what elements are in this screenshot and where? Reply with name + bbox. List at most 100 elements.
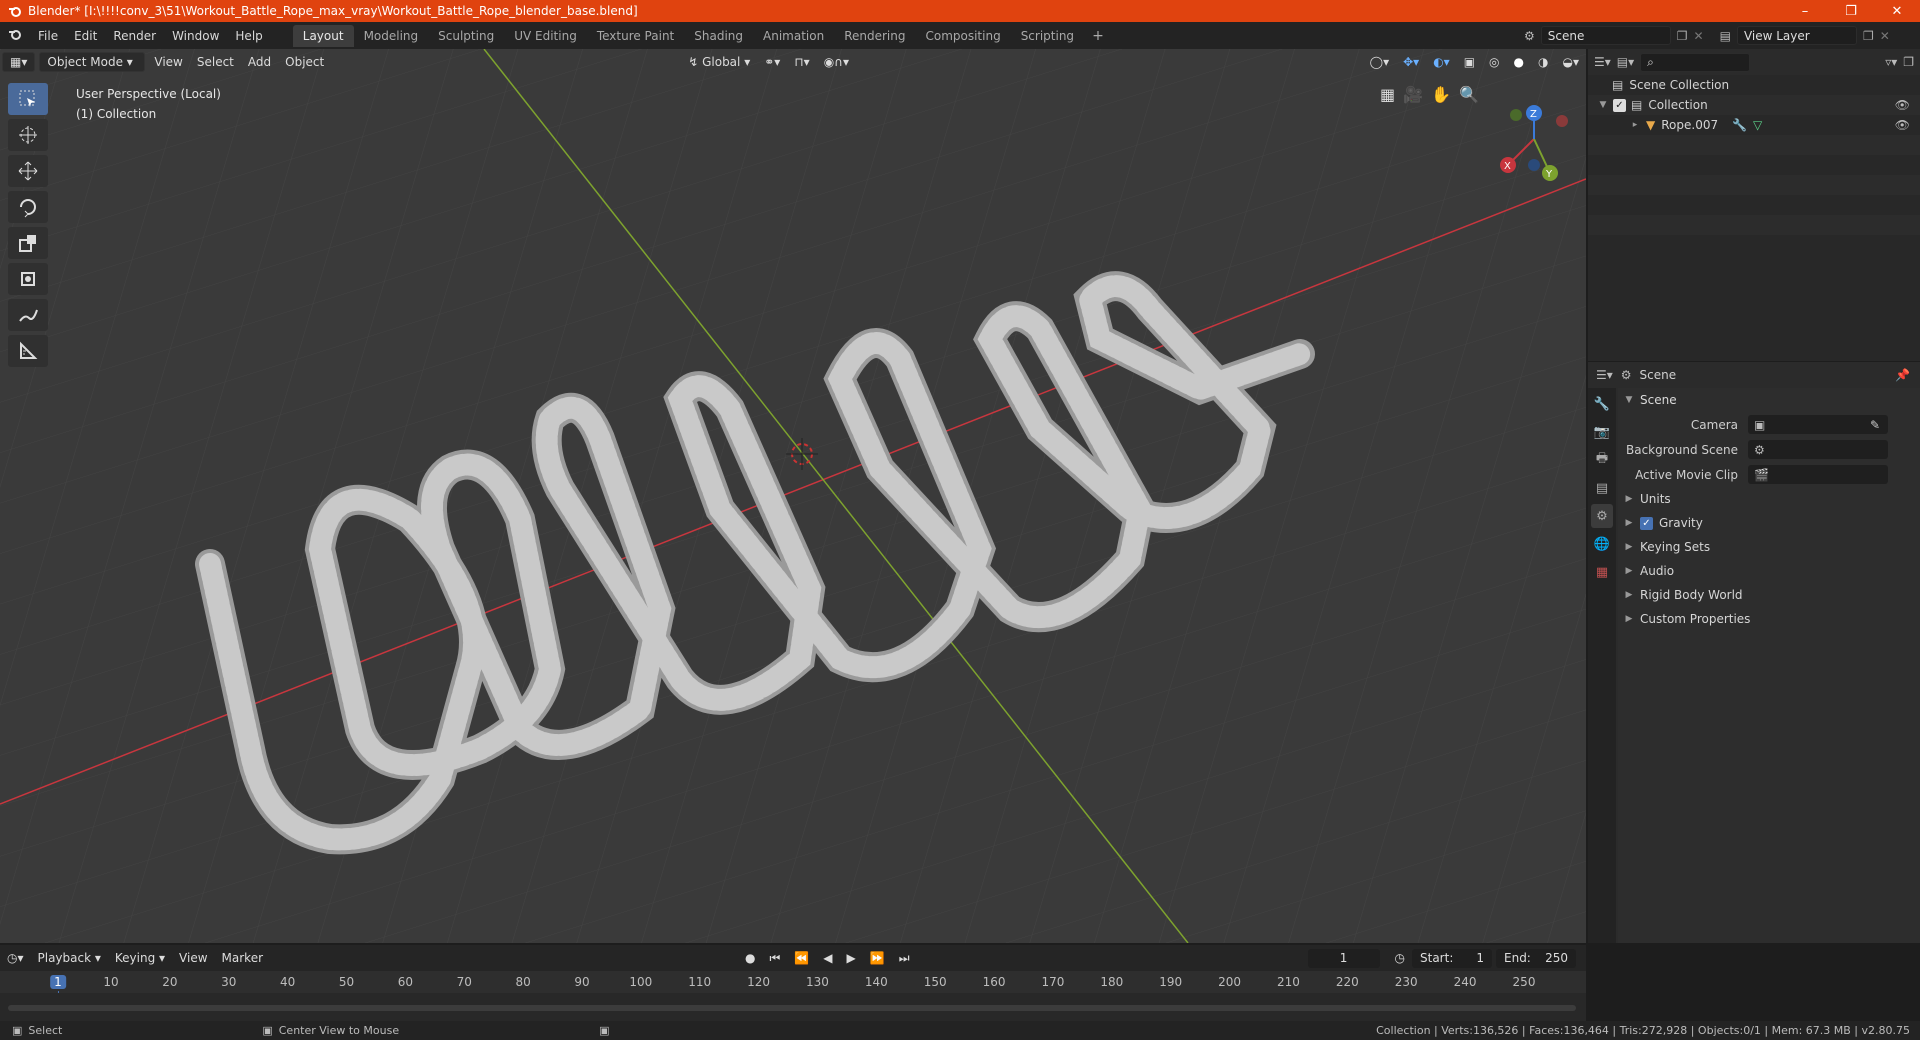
- new-view-layer-icon[interactable]: ❐: [1863, 29, 1874, 43]
- render-tab-icon[interactable]: 📷: [1591, 420, 1613, 444]
- rigid-body-world-panel[interactable]: ▶ Rigid Body World: [1618, 583, 1920, 607]
- viewport-scene[interactable]: X Y Z: [0, 49, 1586, 943]
- modifier-wrench-icon[interactable]: 🔧: [1732, 118, 1747, 132]
- view-layer-icon[interactable]: ▤: [1720, 29, 1731, 43]
- properties-editor-type-icon[interactable]: ☰▾: [1596, 368, 1613, 382]
- viewport-menu-select[interactable]: Select: [190, 52, 241, 72]
- new-scene-icon[interactable]: ❐: [1677, 29, 1688, 43]
- workspace-tab-sculpting[interactable]: Sculpting: [428, 25, 504, 47]
- expand-rigid-body-icon[interactable]: ▶: [1624, 590, 1634, 600]
- active-movie-clip-field[interactable]: 🎬: [1748, 465, 1888, 484]
- menu-file[interactable]: File: [30, 29, 66, 43]
- move-tool[interactable]: [8, 155, 48, 187]
- outliner-editor-type-icon[interactable]: ☰▾: [1594, 55, 1611, 69]
- expand-audio-icon[interactable]: ▶: [1624, 566, 1634, 576]
- overlays-icon[interactable]: ◐▾: [1426, 52, 1457, 72]
- toggle-grid-icon[interactable]: ▦: [1380, 85, 1395, 104]
- workspace-tab-rendering[interactable]: Rendering: [834, 25, 915, 47]
- start-frame-field[interactable]: Start: 1: [1412, 948, 1492, 968]
- blender-menu-icon[interactable]: [0, 28, 30, 43]
- measure-tool[interactable]: [8, 335, 48, 367]
- scene-panel-header[interactable]: ▼ Scene: [1618, 388, 1920, 412]
- menu-render[interactable]: Render: [105, 29, 164, 43]
- snap-icon[interactable]: ⊓▾: [787, 52, 816, 72]
- workspace-tab-animation[interactable]: Animation: [753, 25, 834, 47]
- jump-keyframe-back-icon[interactable]: ⏪: [787, 948, 816, 968]
- shading-solid-icon[interactable]: ●: [1507, 52, 1531, 72]
- menu-window[interactable]: Window: [164, 29, 227, 43]
- keying-menu[interactable]: Keying ▾: [108, 948, 172, 968]
- close-button[interactable]: ✕: [1874, 4, 1920, 19]
- outliner-row-collection[interactable]: ▼ ✓ ▤ Collection 👁: [1588, 95, 1920, 115]
- outliner-row-rope[interactable]: ▸ ▼ Rope.007 🔧 ▽ 👁: [1588, 115, 1920, 135]
- scene-icon[interactable]: ⚙: [1524, 29, 1535, 43]
- workspace-tab-layout[interactable]: Layout: [292, 24, 354, 47]
- camera-field[interactable]: ▣: [1748, 415, 1888, 434]
- shading-wireframe-icon[interactable]: ◎: [1482, 52, 1506, 72]
- editor-type-icon[interactable]: ▦▾: [2, 52, 36, 72]
- pin-icon[interactable]: 📌: [1895, 368, 1910, 382]
- jump-keyframe-forward-icon[interactable]: ⏩: [863, 948, 892, 968]
- gravity-panel[interactable]: ▶ ✓ Gravity: [1618, 511, 1920, 535]
- timeline-editor-type-icon[interactable]: ◷▾: [0, 948, 31, 968]
- workspace-tab-shading[interactable]: Shading: [684, 25, 753, 47]
- rotate-tool[interactable]: [8, 191, 48, 223]
- rope-visibility-eye-icon[interactable]: 👁: [1895, 118, 1910, 132]
- expand-rope-icon[interactable]: ▸: [1630, 120, 1640, 130]
- timeline-scrollbar[interactable]: [8, 1005, 1576, 1011]
- scale-tool[interactable]: [8, 227, 48, 259]
- menu-edit[interactable]: Edit: [66, 29, 105, 43]
- world-tab-icon[interactable]: 🌐: [1591, 532, 1613, 556]
- visibility-icon[interactable]: ◯▾: [1363, 52, 1396, 72]
- tool-tab-icon[interactable]: 🔧: [1591, 392, 1613, 416]
- expand-units-icon[interactable]: ▶: [1624, 494, 1634, 504]
- minimize-button[interactable]: –: [1782, 4, 1828, 19]
- add-workspace-button[interactable]: +: [1084, 28, 1112, 44]
- view-layer-tab-icon[interactable]: ▤: [1591, 476, 1613, 500]
- viewport-menu-view[interactable]: View: [147, 52, 189, 72]
- shading-rendered-icon[interactable]: ◒▾: [1556, 52, 1587, 72]
- scene-name-field[interactable]: Scene: [1540, 26, 1671, 45]
- workspace-tab-modeling[interactable]: Modeling: [354, 25, 429, 47]
- annotate-tool[interactable]: [8, 299, 48, 331]
- xray-icon[interactable]: ▣: [1457, 52, 1482, 72]
- preview-range-icon[interactable]: ◷: [1388, 948, 1412, 968]
- workspace-tab-uv-editing[interactable]: UV Editing: [504, 25, 587, 47]
- workspace-tab-compositing[interactable]: Compositing: [915, 25, 1010, 47]
- cursor-tool[interactable]: [8, 119, 48, 151]
- marker-menu[interactable]: Marker: [215, 948, 270, 968]
- workspace-tab-texture-paint[interactable]: Texture Paint: [587, 25, 684, 47]
- select-box-tool[interactable]: [8, 83, 48, 115]
- 3d-viewport[interactable]: X Y Z ▦▾ Object Mode ▾ View Select Add O…: [0, 49, 1586, 943]
- outliner-search-input[interactable]: ⌕: [1640, 52, 1751, 72]
- filter-icon[interactable]: ▿▾: [1885, 55, 1897, 69]
- proportional-edit-icon[interactable]: ◉∩▾: [817, 52, 856, 72]
- jump-end-icon[interactable]: ⏭: [892, 948, 917, 968]
- pan-hand-icon[interactable]: ✋: [1431, 85, 1451, 104]
- record-icon[interactable]: ●: [738, 948, 762, 968]
- view-layer-field[interactable]: View Layer: [1736, 26, 1857, 45]
- keying-sets-panel[interactable]: ▶ Keying Sets: [1618, 535, 1920, 559]
- end-frame-field[interactable]: End: 250: [1496, 948, 1576, 968]
- eyedropper-icon[interactable]: ✎: [1870, 418, 1880, 432]
- new-collection-icon[interactable]: ❐: [1903, 55, 1914, 69]
- timeline-view-menu[interactable]: View: [172, 948, 214, 968]
- maximize-button[interactable]: ❐: [1828, 4, 1874, 19]
- timeline-ruler[interactable]: 1 10 20 30 40 50 60 70 80 90 100 110 120 130 140 150 160…: [0, 971, 1586, 1021]
- delete-view-layer-icon[interactable]: ✕: [1880, 29, 1890, 43]
- zoom-icon[interactable]: 🔍: [1459, 85, 1479, 104]
- current-frame-field[interactable]: 1: [1307, 948, 1380, 968]
- outliner-row-scene-collection[interactable]: ▤ Scene Collection: [1588, 75, 1920, 95]
- collection-checkbox[interactable]: ✓: [1613, 98, 1626, 112]
- jump-start-icon[interactable]: ⏮: [763, 948, 788, 968]
- output-tab-icon[interactable]: 🖶: [1591, 448, 1613, 472]
- collapse-scene-panel-icon[interactable]: ▼: [1624, 395, 1634, 405]
- expand-gravity-icon[interactable]: ▶: [1624, 518, 1634, 528]
- viewport-menu-add[interactable]: Add: [241, 52, 278, 72]
- gizmo-toggle-icon[interactable]: ✥▾: [1396, 52, 1426, 72]
- menu-help[interactable]: Help: [227, 29, 270, 43]
- pivot-point-icon[interactable]: ⚭▾: [757, 52, 787, 72]
- display-mode-icon[interactable]: ▤▾: [1617, 55, 1634, 69]
- custom-properties-panel[interactable]: ▶ Custom Properties: [1618, 607, 1920, 631]
- gravity-checkbox[interactable]: ✓: [1640, 516, 1653, 530]
